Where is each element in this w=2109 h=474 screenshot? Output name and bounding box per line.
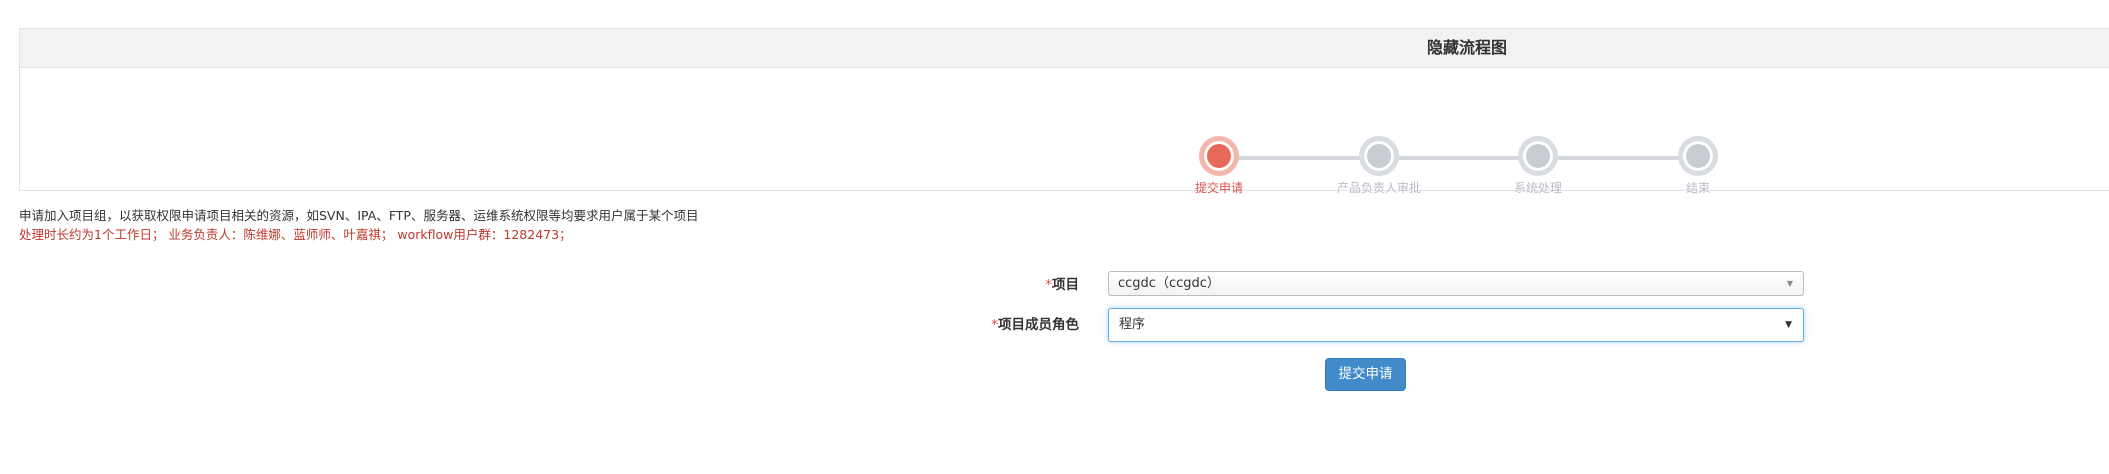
step-pending-icon	[1678, 136, 1718, 176]
caret-down-icon: ▼	[1786, 279, 1793, 288]
caret-down-icon: ▼	[1785, 320, 1792, 330]
flow-steps: 提交申请 产品负责人审批 系统处理 结束	[20, 68, 2109, 195]
role-label-text: 项目成员角色	[998, 317, 1079, 333]
project-label: *项目	[1045, 268, 1079, 302]
step-submit: 提交申请	[1139, 136, 1299, 196]
step-label: 系统处理	[1513, 181, 1562, 195]
project-select-value: ccgdc（ccgdc）	[1118, 276, 1220, 291]
role-form-row: *项目成员角色 程序 ▼	[0, 308, 2109, 342]
processing-info-text: 处理时长约为1个工作日； 业务负责人：陈维娜、蓝师师、叶嘉祺； workflow…	[19, 227, 572, 242]
request-description: 申请加入项目组，以获取权限申请项目相关的资源，如SVN、IPA、FTP、服务器、…	[19, 206, 698, 244]
required-mark: *	[991, 317, 998, 333]
step-label: 产品负责人审批	[1336, 181, 1421, 195]
flow-panel: 隐藏流程图 提交申请 产品负责人审批 系统处理 结束	[19, 28, 2109, 195]
step-label: 提交申请	[1194, 181, 1243, 195]
project-form-row: *项目 ccgdc（ccgdc） ▼	[0, 268, 2109, 302]
flow-header: 隐藏流程图	[20, 29, 2109, 68]
step-system-processing: 系统处理	[1458, 136, 1618, 196]
step-pending-icon	[1359, 136, 1399, 176]
project-select[interactable]: ccgdc（ccgdc） ▼	[1108, 271, 1804, 296]
step-label: 结束	[1685, 181, 1710, 195]
role-label: *项目成员角色	[991, 308, 1079, 342]
page: 隐藏流程图 提交申请 产品负责人审批 系统处理 结束 申请加入项目组，以获取权限…	[0, 0, 2109, 474]
submit-request-button[interactable]: 提交申请	[1325, 358, 1406, 391]
member-role-select-value: 程序	[1119, 317, 1146, 332]
hide-flowchart-toggle[interactable]: 隐藏流程图	[1407, 29, 1527, 67]
step-active-icon	[1199, 136, 1239, 176]
step-pending-icon	[1518, 136, 1558, 176]
project-label-text: 项目	[1052, 277, 1079, 293]
required-mark: *	[1045, 277, 1052, 293]
description-text: 申请加入项目组，以获取权限申请项目相关的资源，如SVN、IPA、FTP、服务器、…	[19, 208, 699, 223]
step-end: 结束	[1618, 136, 1778, 196]
step-owner-approval: 产品负责人审批	[1299, 136, 1459, 196]
member-role-select[interactable]: 程序 ▼	[1108, 308, 1804, 342]
